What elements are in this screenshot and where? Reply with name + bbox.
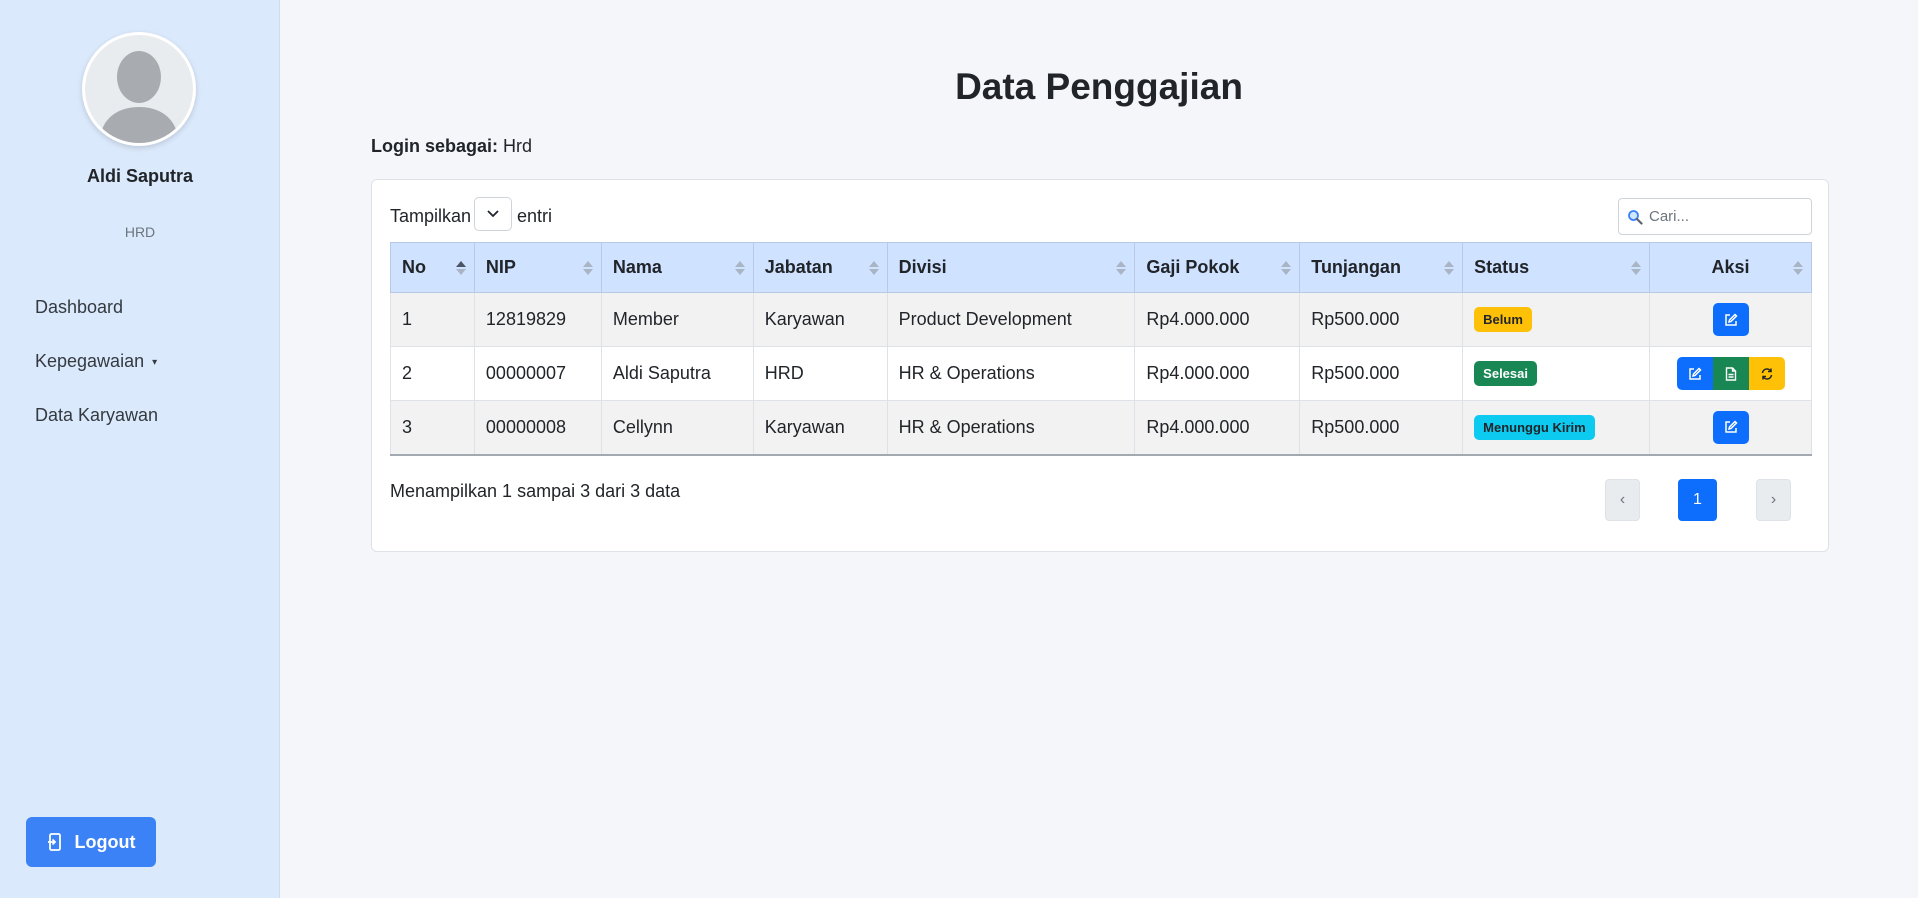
sort-icon [455, 260, 466, 275]
column-header-status[interactable]: Status [1462, 242, 1650, 293]
login-role: Hrd [503, 136, 533, 156]
cell-tunjangan: Rp500.000 [1299, 400, 1464, 456]
cell-nama: Member [600, 292, 754, 347]
login-info: Login sebagai: Hrd [371, 136, 532, 157]
edit-button[interactable] [1712, 303, 1749, 336]
status-badge: Menunggu Kirim [1474, 414, 1595, 440]
sidebar-item-label: Data Karyawan [35, 405, 159, 425]
user-silhouette-icon [85, 35, 193, 143]
edit-icon [1688, 366, 1702, 380]
table-row: 2 00000007 Aldi Saputra HRD HR & Operati… [390, 346, 1812, 401]
payroll-card: Tampilkan entri No NIP Nama Jabatan Divi… [371, 179, 1829, 552]
sort-icon [734, 260, 745, 275]
cell-nama: Aldi Saputra [600, 346, 754, 401]
sort-icon [1444, 260, 1455, 275]
table-header-row: No NIP Nama Jabatan Divisi Gaji Pokok Tu… [390, 242, 1812, 293]
sort-icon [1631, 260, 1641, 275]
column-header-jabatan[interactable]: Jabatan [752, 242, 888, 293]
column-header-divisi[interactable]: Divisi [886, 242, 1136, 293]
edit-icon [1724, 312, 1738, 326]
cell-divisi: HR & Operations [886, 346, 1136, 401]
cell-gaji-pokok: Rp4.000.000 [1134, 346, 1301, 401]
sort-icon [1793, 260, 1803, 275]
cell-status: Menunggu Kirim [1462, 400, 1650, 456]
cell-nip: 12819829 [473, 292, 602, 347]
sidebar-item-label: Dashboard [35, 297, 124, 317]
cell-jabatan: HRD [752, 346, 888, 401]
cell-jabatan: Karyawan [752, 292, 888, 347]
cell-gaji-pokok: Rp4.000.000 [1134, 400, 1301, 456]
status-badge: Belum [1474, 307, 1532, 332]
caret-down-icon: ▾ [152, 357, 158, 368]
edit-icon [1724, 420, 1738, 433]
slip-gaji-button[interactable] [1712, 357, 1749, 390]
cell-no: 3 [390, 400, 475, 456]
column-header-gaji-pokok[interactable]: Gaji Pokok [1134, 242, 1301, 293]
edit-button[interactable] [1676, 357, 1713, 390]
login-label: Login sebagai: [371, 136, 499, 156]
chevron-down-icon [487, 210, 499, 218]
column-header-nip[interactable]: NIP [473, 242, 602, 293]
table-row: 1 12819829 Member Karyawan Product Devel… [390, 292, 1812, 347]
cell-gaji-pokok: Rp4.000.000 [1134, 292, 1301, 347]
avatar [82, 32, 196, 146]
user-role: HRD [124, 224, 156, 240]
search-icon [1628, 209, 1643, 225]
sidebar-item-label: Kepegawaian [35, 351, 145, 371]
column-header-tunjangan[interactable]: Tunjangan [1299, 242, 1464, 293]
length-label: Tampilkan [390, 206, 472, 226]
cell-tunjangan: Rp500.000 [1299, 292, 1464, 347]
cell-status: Selesai [1462, 346, 1650, 401]
pagination-next[interactable]: › [1756, 479, 1791, 521]
payroll-table: No NIP Nama Jabatan Divisi Gaji Pokok Tu… [390, 242, 1812, 456]
search-input[interactable] [1649, 208, 1799, 225]
pagination-page-1[interactable]: 1 [1678, 479, 1717, 521]
pagination-prev[interactable]: ‹ [1605, 479, 1640, 521]
status-badge: Selesai [1474, 361, 1537, 386]
cell-nip: 00000007 [473, 346, 602, 401]
sort-icon [1116, 260, 1127, 275]
cell-aksi [1649, 400, 1812, 456]
page-title: Data Penggajian [955, 66, 1243, 107]
table-row: 3 00000008 Cellynn Karyawan HR & Operati… [390, 400, 1812, 456]
logout-button[interactable]: Logout [26, 817, 156, 867]
length-suffix: entri [517, 206, 553, 226]
cell-tunjangan: Rp500.000 [1299, 346, 1464, 401]
cell-status: Belum [1462, 292, 1650, 347]
cell-nip: 00000008 [473, 400, 602, 456]
cell-no: 1 [390, 292, 475, 347]
cell-aksi [1649, 292, 1812, 347]
cell-divisi: Product Development [886, 292, 1136, 347]
sort-icon [582, 260, 593, 275]
edit-button[interactable] [1712, 410, 1749, 444]
sidebar-item-dashboard[interactable]: Dashboard [35, 297, 123, 318]
logout-icon [47, 833, 61, 851]
table-info: Menampilkan 1 sampai 3 dari 3 data [390, 481, 681, 501]
entries-select[interactable] [474, 197, 512, 231]
column-header-no[interactable]: No [390, 242, 475, 293]
sort-icon [1281, 260, 1292, 275]
cell-no: 2 [390, 346, 475, 401]
sidebar-item-kepegawaian[interactable]: Kepegawaian ▾ [35, 351, 157, 372]
sidebar: Aldi Saputra HRD Dashboard Kepegawaian ▾ … [0, 0, 280, 898]
cell-jabatan: Karyawan [752, 400, 888, 456]
cell-divisi: HR & Operations [886, 400, 1136, 456]
refresh-button[interactable] [1748, 357, 1785, 390]
refresh-icon [1761, 367, 1772, 380]
user-name: Aldi Saputra [86, 166, 193, 186]
column-header-aksi[interactable]: Aksi [1649, 242, 1812, 293]
logout-label: Logout [74, 831, 136, 852]
cell-nama: Cellynn [600, 400, 754, 456]
sort-icon [868, 260, 879, 275]
cell-aksi [1649, 346, 1812, 401]
column-header-nama[interactable]: Nama [600, 242, 754, 293]
search-box[interactable] [1618, 198, 1812, 235]
document-icon [1725, 366, 1736, 381]
sidebar-item-data-karyawan[interactable]: Data Karyawan [35, 405, 158, 426]
